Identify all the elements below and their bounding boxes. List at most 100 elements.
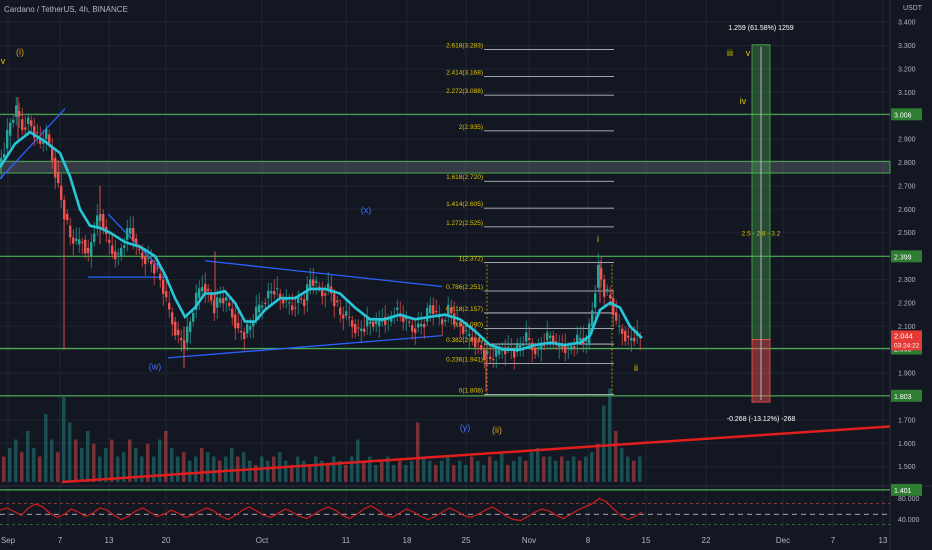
wave-label: ii xyxy=(634,363,638,373)
candle-body xyxy=(477,341,480,343)
candle-body xyxy=(135,238,138,244)
candle-body xyxy=(60,185,63,200)
candle-body xyxy=(147,257,150,259)
candle-body xyxy=(261,305,264,308)
candle-body xyxy=(246,324,249,334)
volume-bar xyxy=(626,456,630,482)
volume-bar xyxy=(302,460,306,482)
volume-bar xyxy=(542,456,546,482)
candle-body xyxy=(84,239,87,254)
candle-body xyxy=(366,318,369,327)
volume-bar xyxy=(560,456,564,482)
fib-level-label: 0(1.808) xyxy=(459,388,483,395)
time-axis-label: 13 xyxy=(879,536,888,545)
candle-body xyxy=(303,299,306,307)
candle-body xyxy=(423,323,426,328)
candle-body xyxy=(177,329,180,336)
price-axis-label: 2.600 xyxy=(898,207,916,214)
volume-bar xyxy=(440,460,444,482)
candle-body xyxy=(576,334,579,343)
candle-body xyxy=(24,127,27,130)
candle-body xyxy=(342,314,345,319)
candle-body xyxy=(27,117,30,124)
candle-body xyxy=(12,119,15,123)
candle-body xyxy=(222,298,225,304)
fib-level-label: 1.272(2.525) xyxy=(446,220,483,227)
price-axis-label: 1.600 xyxy=(898,441,916,448)
candle-body xyxy=(66,213,69,221)
volume-bar xyxy=(128,439,132,482)
candle-body xyxy=(594,293,597,308)
oscillator-axis-label: 40.000 xyxy=(898,517,920,524)
candle-body xyxy=(474,338,477,348)
volume-bar xyxy=(620,448,624,482)
candle-body xyxy=(567,346,570,348)
volume-bar xyxy=(608,388,612,482)
position-target-label: 1.259 (61.58%) 1259 xyxy=(728,25,793,32)
candle-body xyxy=(630,338,633,341)
candle-body xyxy=(240,330,243,333)
candle-body xyxy=(408,321,411,323)
wave-label: v xyxy=(1,56,6,66)
time-axis-label: 8 xyxy=(586,536,591,545)
price-axis-label: 2.700 xyxy=(898,183,916,190)
volume-bar xyxy=(482,465,486,482)
candle-body xyxy=(150,260,153,265)
candle-body xyxy=(621,328,624,334)
volume-bar xyxy=(554,460,558,482)
volume-bar xyxy=(266,460,270,482)
volume-bar xyxy=(224,456,228,482)
fib-level-label: 0.382(2.024) xyxy=(446,337,483,344)
volume-bar xyxy=(392,465,396,482)
candle-body xyxy=(339,307,342,315)
candle-body xyxy=(15,105,18,117)
candle-body xyxy=(108,239,111,243)
volume-bar xyxy=(2,456,6,482)
volume-bar xyxy=(152,456,156,482)
time-axis-label: 15 xyxy=(642,536,651,545)
level-price-label: 3.006 xyxy=(894,112,912,119)
price-chart[interactable]: 3.4003.3003.2003.1003.0002.9002.8002.700… xyxy=(0,0,932,550)
candle-body xyxy=(444,320,447,322)
volume-bar xyxy=(194,456,198,482)
candle-body xyxy=(396,307,399,310)
candle-body xyxy=(75,238,78,241)
candle-body xyxy=(426,307,429,322)
volume-bar xyxy=(308,465,312,482)
candle-body xyxy=(441,319,444,325)
volume-bar xyxy=(326,465,330,482)
time-axis-label: 13 xyxy=(105,536,114,545)
candle-body xyxy=(114,251,117,260)
candle-body xyxy=(63,199,66,220)
volume-bar xyxy=(596,443,600,482)
candle-body xyxy=(132,228,135,242)
candle-body xyxy=(102,213,105,230)
candle-body xyxy=(36,132,39,134)
volume-bar xyxy=(452,465,456,482)
time-axis-label: 7 xyxy=(58,536,63,545)
volume-bar xyxy=(8,448,12,482)
candle-body xyxy=(591,310,594,327)
volume-bar xyxy=(404,465,408,482)
candle-body xyxy=(189,321,192,333)
time-axis-label: 20 xyxy=(162,536,171,545)
candle-body xyxy=(174,321,177,336)
candle-body xyxy=(93,233,96,243)
candle-body xyxy=(120,247,123,257)
time-axis-label: Sep xyxy=(1,536,16,545)
time-axis-label: 18 xyxy=(403,536,412,545)
volume-bar xyxy=(182,452,186,482)
candle-body xyxy=(168,302,171,310)
volume-bar xyxy=(410,460,414,482)
volume-bar xyxy=(524,460,528,482)
volume-bar xyxy=(512,460,516,482)
volume-bar xyxy=(188,460,192,482)
chart-title: Cardano / TetherUS, 4h, BINANCE xyxy=(4,5,128,14)
volume-bar xyxy=(68,422,72,482)
level-price-label: 1.803 xyxy=(894,394,912,401)
price-axis-label: 3.100 xyxy=(898,90,916,97)
volume-bar xyxy=(446,456,450,482)
wave-label: i xyxy=(597,234,599,244)
candle-body xyxy=(495,348,498,357)
candle-body xyxy=(144,256,147,265)
